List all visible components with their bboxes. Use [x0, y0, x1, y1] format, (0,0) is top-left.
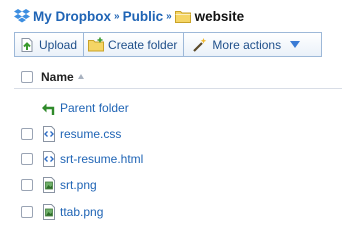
more-actions-label: More actions [212, 37, 282, 52]
new-folder-icon [88, 37, 105, 51]
code-file-icon [43, 151, 55, 167]
folder-icon [174, 10, 191, 23]
breadcrumb-current: website [194, 8, 245, 24]
image-file-icon [43, 177, 55, 193]
more-actions-button[interactable]: More actions [184, 32, 322, 57]
file-checkbox[interactable] [21, 206, 33, 218]
file-checkbox[interactable] [21, 153, 33, 165]
create-folder-button[interactable]: Create folder [84, 32, 185, 57]
image-file-icon [43, 204, 55, 220]
breadcrumb-separator: » [166, 10, 172, 22]
upload-icon [21, 37, 33, 52]
parent-folder-link[interactable]: Parent folder [60, 101, 129, 115]
upload-label: Upload [39, 37, 78, 52]
file-name-link[interactable]: srt-resume.html [60, 152, 143, 166]
parent-folder-row[interactable]: Parent folder [14, 98, 342, 118]
list-header: Name [14, 65, 342, 89]
file-name-link[interactable]: ttab.png [60, 205, 103, 219]
file-checkbox[interactable] [21, 179, 33, 191]
file-row[interactable]: srt.png [14, 175, 342, 195]
toolbar: Upload Create folder More actions [14, 32, 322, 57]
file-row[interactable]: srt-resume.html [14, 149, 342, 169]
file-row[interactable]: ttab.png [14, 202, 342, 222]
breadcrumb-root-link[interactable]: My Dropbox [33, 9, 111, 24]
breadcrumb-public-link[interactable]: Public [123, 9, 164, 24]
breadcrumb-separator: » [114, 10, 120, 22]
upload-button[interactable]: Upload [14, 32, 85, 57]
dropbox-icon [14, 9, 30, 23]
file-name-link[interactable]: srt.png [60, 178, 97, 192]
name-column-header[interactable]: Name [41, 70, 74, 84]
magic-wand-icon [193, 37, 207, 52]
file-checkbox[interactable] [21, 128, 33, 140]
create-folder-label: Create folder [108, 37, 178, 52]
code-file-icon [43, 126, 55, 142]
file-row[interactable]: resume.css [14, 124, 342, 144]
breadcrumb: My Dropbox » Public » website [14, 6, 244, 26]
parent-folder-arrow-icon [42, 103, 55, 115]
file-name-link[interactable]: resume.css [60, 127, 121, 141]
dropdown-arrow-icon [290, 41, 301, 48]
sort-ascending-icon[interactable] [77, 74, 84, 79]
select-all-checkbox[interactable] [21, 70, 33, 83]
